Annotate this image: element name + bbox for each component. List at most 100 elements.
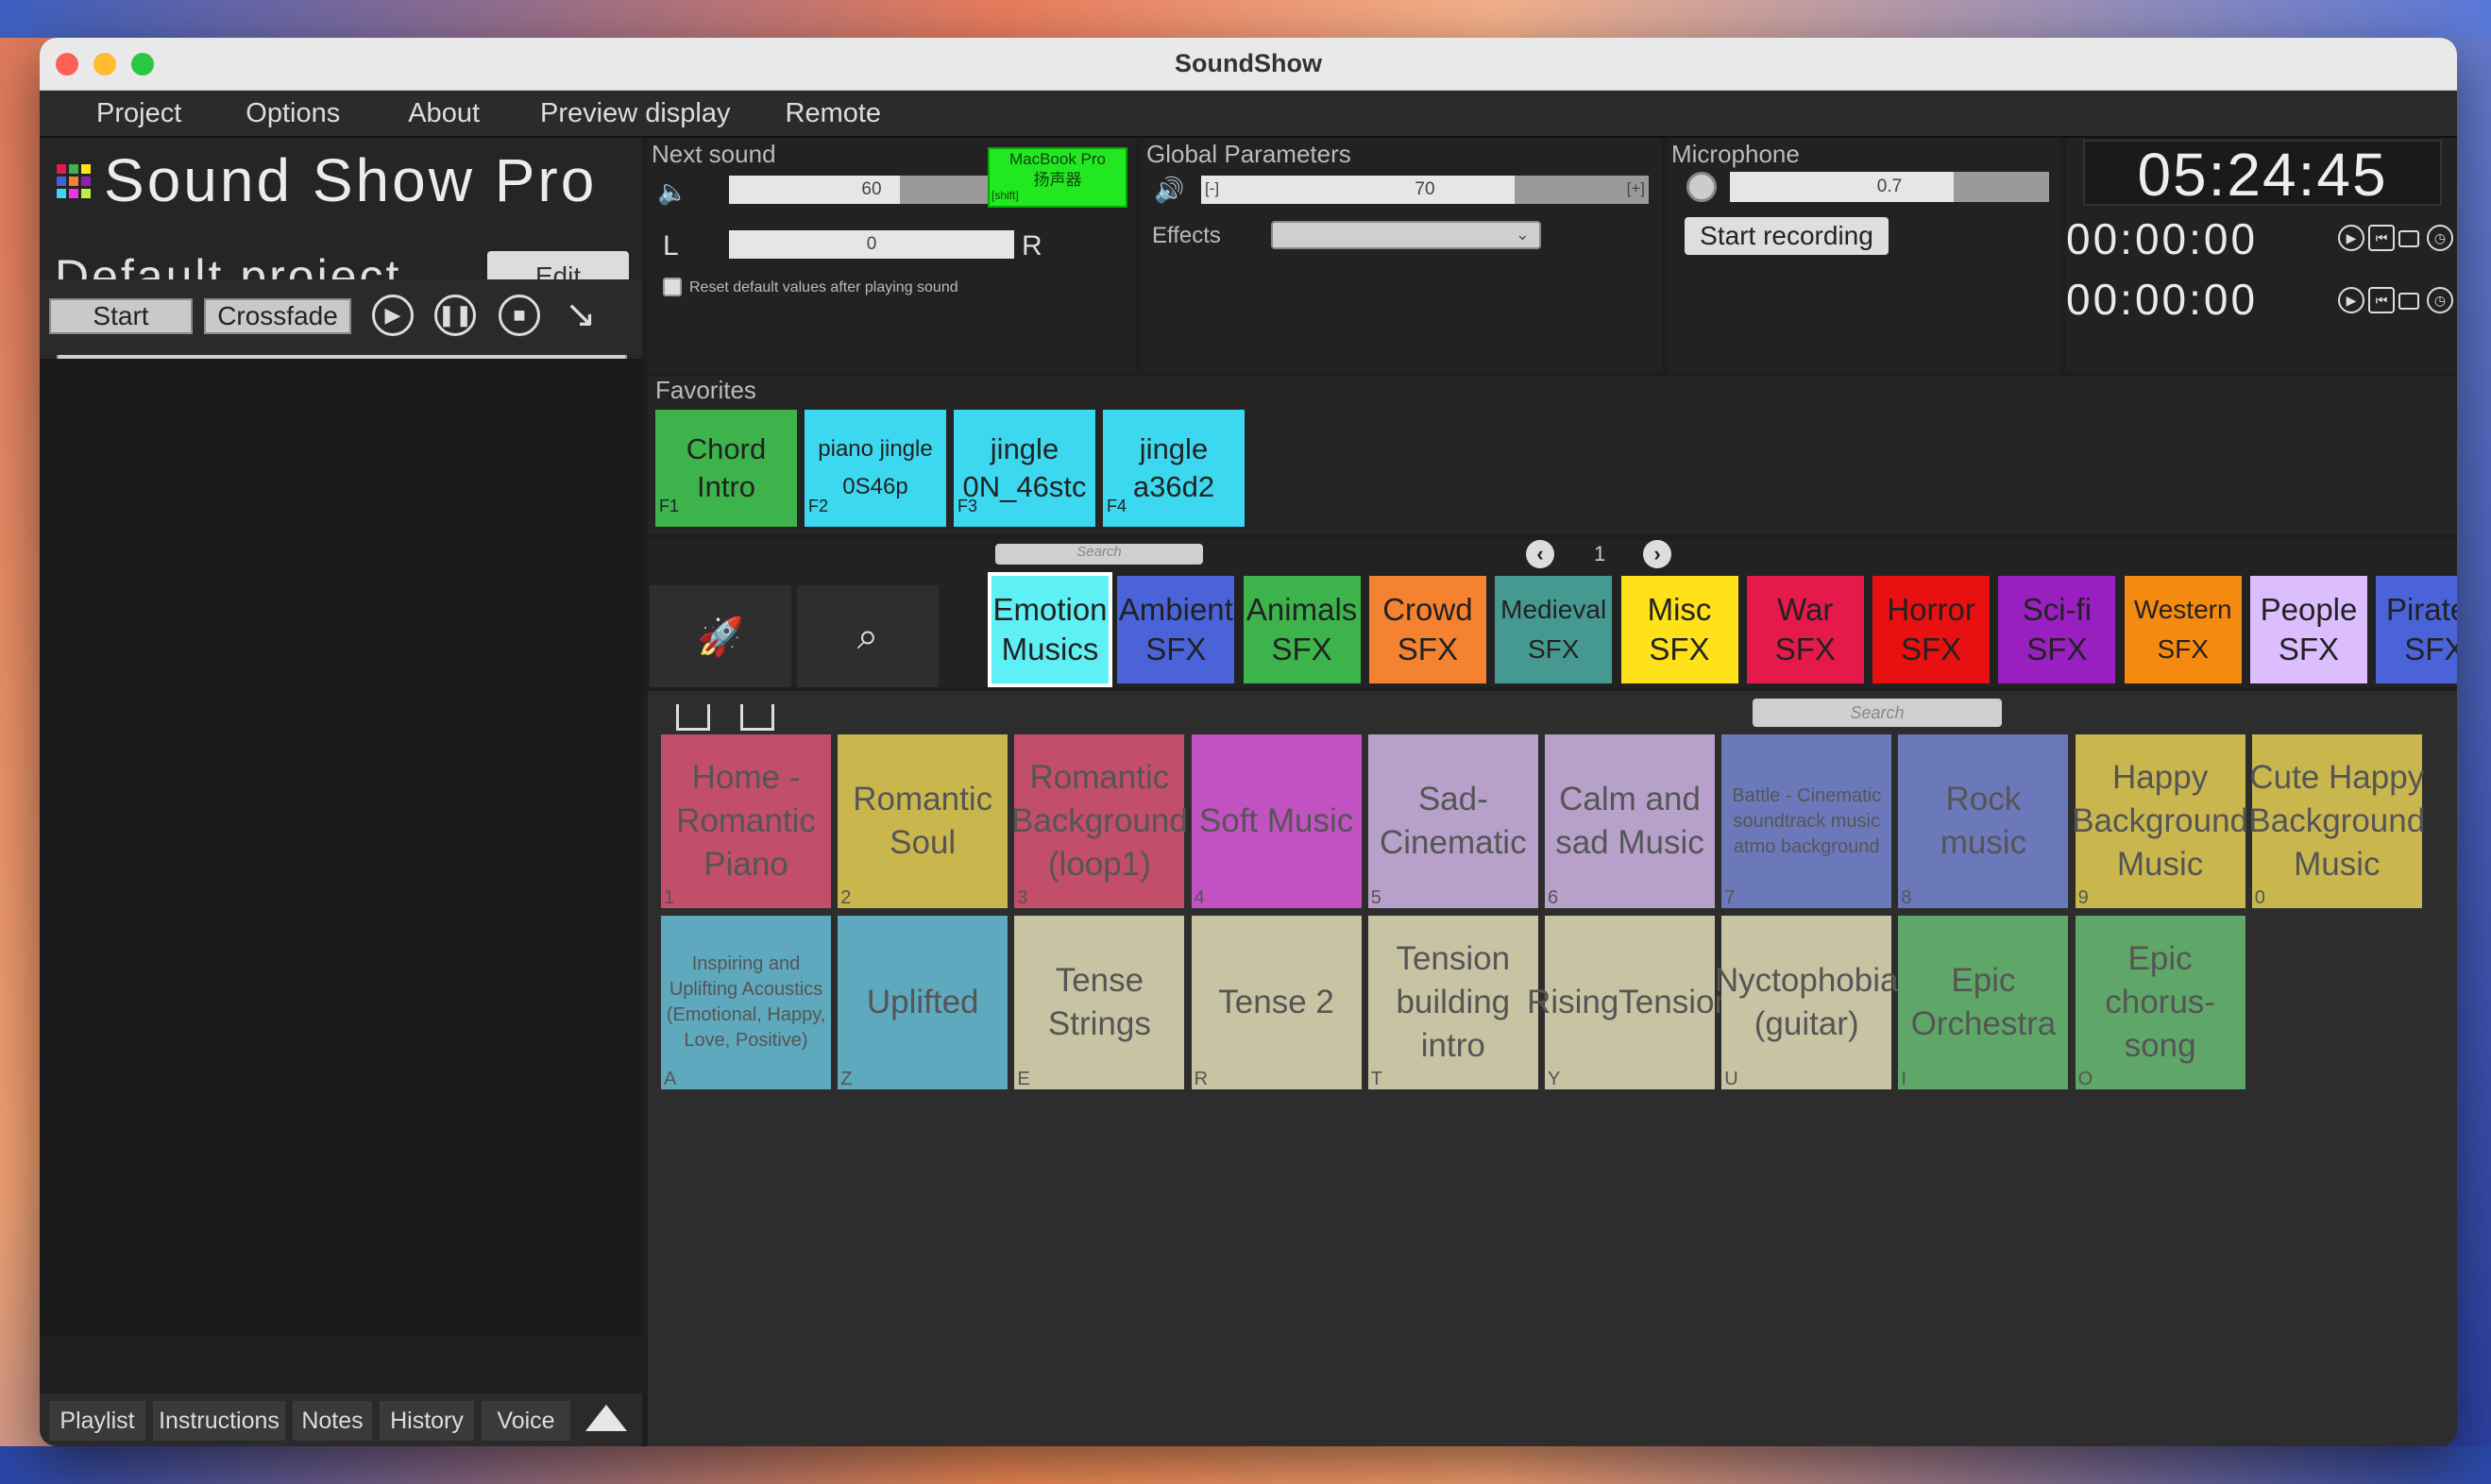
timer2-lock-icon[interactable] bbox=[2398, 293, 2419, 310]
category-button[interactable]: People SFX bbox=[2250, 576, 2367, 683]
category-button[interactable]: Sci-fi SFX bbox=[1998, 576, 2116, 683]
sound-hotkey: R bbox=[1194, 1069, 1209, 1089]
sound-button[interactable]: Cute Happy Background Music 0 bbox=[2248, 734, 2425, 908]
reset-defaults-checkbox[interactable] bbox=[663, 278, 682, 296]
sound-button[interactable]: Romantic Background (loop1) 3 bbox=[1011, 734, 1188, 908]
rocket-icon[interactable]: 🚀 bbox=[650, 585, 791, 687]
effects-label: Effects bbox=[1152, 223, 1221, 248]
menu-remote[interactable]: Remote bbox=[786, 98, 882, 129]
timer1-lock-icon[interactable] bbox=[2398, 230, 2419, 247]
favorite-line2: 0N_46stc bbox=[962, 470, 1087, 503]
tab-playlist[interactable]: Playlist bbox=[49, 1401, 145, 1441]
tab-notes[interactable]: Notes bbox=[293, 1401, 372, 1441]
favorite-button[interactable]: Chord Intro F1 bbox=[655, 410, 797, 527]
global-minus-label[interactable]: [-] bbox=[1205, 179, 1219, 198]
sound-button[interactable]: Happy Background Music 9 bbox=[2072, 734, 2248, 908]
category-button[interactable]: Misc SFX bbox=[1620, 576, 1738, 683]
sound-button[interactable]: Tension building intro T bbox=[1367, 916, 1538, 1089]
sound-button[interactable]: Inspiring and Uplifting Acoustics (Emoti… bbox=[661, 916, 831, 1089]
export-icon[interactable] bbox=[740, 704, 774, 731]
timer2-clock-icon[interactable]: ◷ bbox=[2427, 287, 2453, 313]
sound-button[interactable]: Nyctophobia (guitar) U bbox=[1715, 916, 1898, 1089]
favorite-button[interactable]: piano jingle 0S46p F2 bbox=[805, 410, 946, 527]
menu-about[interactable]: About bbox=[408, 98, 480, 129]
skip-arrow-icon[interactable]: ↘ bbox=[565, 293, 597, 336]
sound-hotkey: 5 bbox=[1370, 887, 1381, 908]
favorite-line1: jingle bbox=[1139, 432, 1209, 465]
timer2-play-icon[interactable]: ▶ bbox=[2338, 287, 2364, 313]
sound-button[interactable]: Calm and sad Music 6 bbox=[1545, 734, 1715, 908]
sound-button[interactable]: Tense Strings E bbox=[1014, 916, 1185, 1089]
category-button[interactable]: Animals SFX bbox=[1243, 576, 1361, 683]
crossfade-button[interactable]: Crossfade bbox=[204, 298, 351, 334]
sound-hotkey: Y bbox=[1548, 1069, 1561, 1089]
import-icon[interactable] bbox=[676, 704, 710, 731]
next-sound-volume-slider[interactable]: 60 bbox=[729, 176, 1014, 204]
tab-voice[interactable]: Voice bbox=[482, 1401, 570, 1441]
category-button[interactable]: Medieval SFX bbox=[1495, 576, 1613, 683]
timer1-play-icon[interactable]: ▶ bbox=[2338, 225, 2364, 251]
zoom-window-button[interactable] bbox=[131, 53, 154, 76]
category-button[interactable]: Emotion Musics bbox=[988, 572, 1112, 687]
sound-name: Calm and sad Music bbox=[1555, 781, 1704, 861]
sound-button[interactable]: Romantic Soul 2 bbox=[838, 734, 1008, 908]
menu-project[interactable]: Project bbox=[96, 98, 181, 129]
output-device-button[interactable]: MacBook Pro 扬声器 [shift] bbox=[988, 147, 1127, 208]
sound-hotkey: 7 bbox=[1724, 887, 1736, 908]
favorite-button[interactable]: jingle a36d2 F4 bbox=[1103, 410, 1245, 527]
sound-button[interactable]: Battle - Cinematic soundtrack music atmo… bbox=[1721, 734, 1892, 908]
sound-hotkey: A bbox=[664, 1069, 677, 1089]
chevron-down-icon: ⌄ bbox=[1515, 225, 1530, 244]
sound-button[interactable]: Sad-Cinematic 5 bbox=[1367, 734, 1538, 908]
category-line2: SFX bbox=[1397, 632, 1458, 666]
microphone-toggle[interactable] bbox=[1686, 172, 1717, 202]
category-button[interactable]: Crowd SFX bbox=[1368, 576, 1486, 683]
sound-button[interactable]: Soft Music 4 bbox=[1191, 734, 1362, 908]
close-window-button[interactable] bbox=[56, 53, 78, 76]
category-button[interactable]: Ambient SFX bbox=[1117, 576, 1235, 683]
next-page-icon[interactable]: › bbox=[1643, 540, 1671, 568]
sound-name: Tension building intro bbox=[1396, 940, 1511, 1064]
tab-history[interactable]: History bbox=[380, 1401, 474, 1441]
sound-hotkey: 1 bbox=[664, 887, 675, 908]
sound-button[interactable]: Home - Romantic Piano 1 bbox=[661, 734, 831, 908]
pan-slider[interactable]: 0 bbox=[729, 230, 1014, 259]
sound-name: Sad-Cinematic bbox=[1379, 781, 1527, 861]
sound-button[interactable]: RisingTension Y bbox=[1527, 916, 1733, 1089]
category-button[interactable]: War SFX bbox=[1746, 576, 1864, 683]
category-button[interactable]: Western SFX bbox=[2124, 576, 2242, 683]
category-button[interactable]: Horror SFX bbox=[1872, 576, 1991, 683]
search-icon[interactable]: ⌕ bbox=[797, 585, 939, 687]
sound-name: Uplifted bbox=[866, 984, 979, 1020]
sound-name: Romantic Background (loop1) bbox=[1011, 759, 1188, 883]
start-recording-button[interactable]: Start recording bbox=[1685, 217, 1889, 255]
menu-options[interactable]: Options bbox=[246, 98, 340, 129]
global-plus-label[interactable]: [+] bbox=[1627, 179, 1645, 198]
minimize-window-button[interactable] bbox=[93, 53, 116, 76]
stop-icon[interactable]: ■ bbox=[499, 295, 540, 336]
category-button[interactable]: Pirates SFX bbox=[2376, 576, 2457, 683]
sound-button[interactable]: Epic chorus-song O bbox=[2075, 916, 2245, 1089]
expand-up-icon[interactable] bbox=[585, 1405, 627, 1431]
microphone-level-slider[interactable]: 0.7 bbox=[1730, 172, 2049, 202]
sound-button[interactable]: Uplifted Z bbox=[838, 916, 1008, 1089]
start-button[interactable]: Start bbox=[49, 298, 193, 334]
sound-button[interactable]: Rock music 8 bbox=[1898, 734, 2069, 908]
category-search-input[interactable]: Search bbox=[995, 544, 1203, 565]
timer1-clock-icon[interactable]: ◷ bbox=[2427, 225, 2453, 251]
sound-hotkey: O bbox=[2077, 1069, 2093, 1089]
effects-dropdown[interactable]: ⌄ bbox=[1271, 221, 1541, 249]
previous-page-icon[interactable]: ‹ bbox=[1526, 540, 1554, 568]
sound-button[interactable]: Tense 2 R bbox=[1191, 916, 1362, 1089]
timer2-reset-icon[interactable]: ⏮ bbox=[2368, 287, 2395, 313]
sound-button[interactable]: Epic Orchestra I bbox=[1898, 916, 2069, 1089]
sound-search-input[interactable]: Search bbox=[1753, 699, 2002, 727]
tab-instructions[interactable]: Instructions bbox=[153, 1401, 285, 1441]
favorite-button[interactable]: jingle 0N_46stc F3 bbox=[954, 410, 1095, 527]
menu-preview-display[interactable]: Preview display bbox=[540, 98, 730, 129]
clock-panel: 05:24:45 00:00:00 ▶ ⏮ ◷ 00:00:00 ▶ ⏮ ◷ bbox=[2066, 138, 2457, 372]
global-volume-slider[interactable]: 70 [-] [+] bbox=[1201, 176, 1649, 204]
timer1-reset-icon[interactable]: ⏮ bbox=[2368, 225, 2395, 251]
play-icon[interactable]: ▶ bbox=[372, 295, 414, 336]
pause-icon[interactable]: ❚❚ bbox=[434, 295, 476, 336]
